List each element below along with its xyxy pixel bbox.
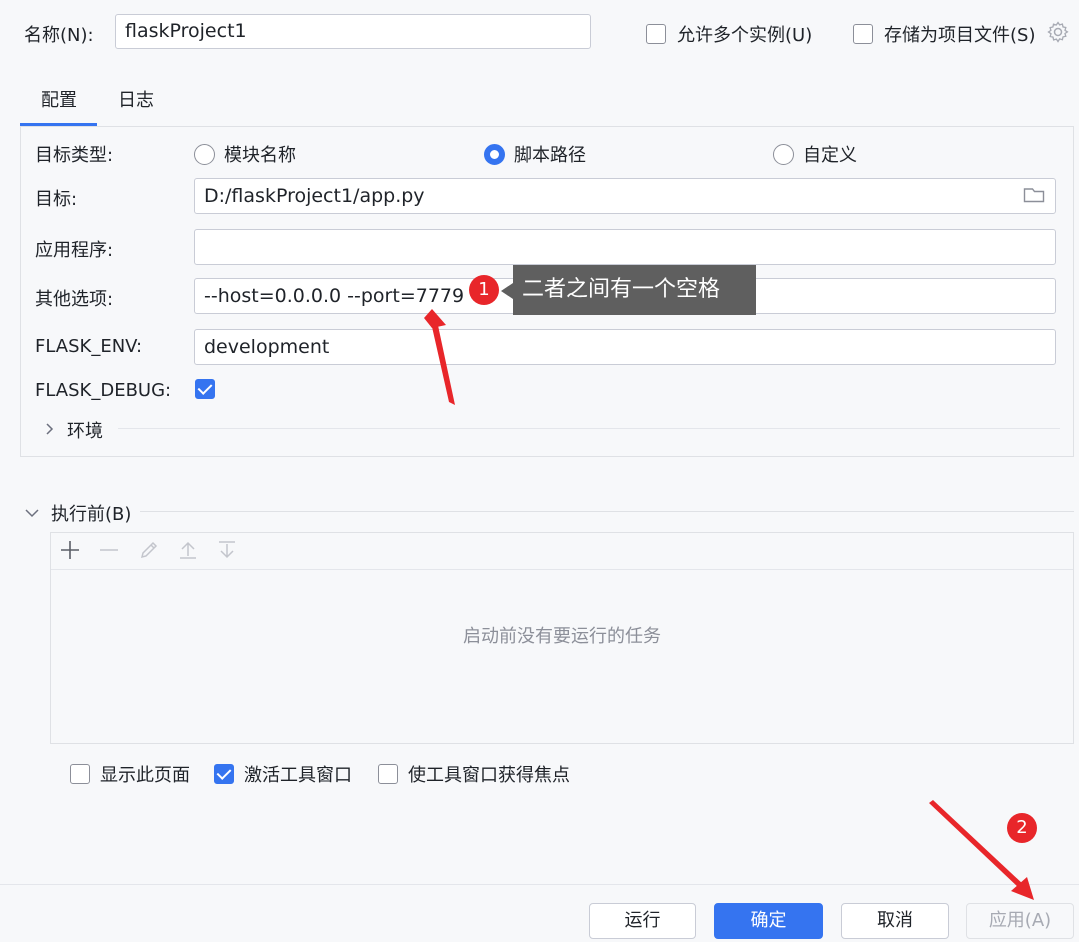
radio-custom[interactable]: 自定义 (773, 141, 857, 167)
arrow-2-head (1011, 877, 1034, 900)
options-label: 其他选项: (35, 289, 114, 310)
store-as-project-label: 存储为项目文件(S) (884, 25, 1036, 46)
app-input[interactable] (194, 229, 1056, 265)
radio-script-path-label: 脚本路径 (514, 145, 586, 166)
move-up-icon[interactable] (178, 540, 198, 565)
radio-module-name[interactable]: 模块名称 (194, 141, 296, 167)
ok-button[interactable]: 确定 (714, 903, 823, 939)
annotation-badge-1: 1 (469, 275, 499, 305)
radio-script-path-circle[interactable] (484, 143, 505, 165)
radio-custom-label: 自定义 (803, 145, 857, 166)
show-page-label: 显示此页面 (100, 765, 190, 786)
env-section-toggle[interactable]: 环境 (44, 417, 103, 443)
before-launch-divider (140, 511, 1074, 512)
folder-icon[interactable] (1023, 186, 1045, 209)
arrow-2-shaft (929, 800, 1024, 889)
allow-multiple-label: 允许多个实例(U) (677, 25, 813, 46)
store-as-project-checkbox[interactable]: 存储为项目文件(S) (853, 21, 1035, 47)
minus-icon[interactable] (99, 540, 119, 565)
flask-env-label: FLASK_ENV: (35, 336, 143, 357)
task-toolbar-divider (51, 569, 1073, 570)
before-launch-title: 执行前(B) (51, 504, 132, 525)
target-input[interactable]: D:/flaskProject1/app.py (194, 178, 1056, 214)
radio-script-path[interactable]: 脚本路径 (484, 141, 586, 167)
run-button[interactable]: 运行 (589, 903, 696, 939)
show-page-checkbox-box[interactable] (70, 764, 90, 784)
annotation-tooltip: 二者之间有一个空格 (513, 265, 756, 315)
tooltip-pointer (501, 283, 513, 299)
focus-tool-window-checkbox-box[interactable] (378, 764, 398, 784)
tab-logs[interactable]: 日志 (118, 86, 154, 112)
footer-divider (0, 884, 1079, 885)
target-label: 目标: (35, 189, 78, 210)
radio-module-name-circle[interactable] (194, 143, 215, 165)
name-label: 名称(N): (24, 25, 94, 46)
app-label: 应用程序: (35, 240, 114, 261)
gear-icon[interactable] (1046, 20, 1070, 49)
before-launch-toggle[interactable]: 执行前(B) (24, 500, 131, 526)
activate-tool-window-label: 激活工具窗口 (244, 765, 352, 786)
env-divider (118, 428, 1060, 429)
radio-module-name-label: 模块名称 (224, 145, 296, 166)
flask-debug-checkbox[interactable] (195, 379, 215, 399)
chevron-down-icon (24, 503, 40, 524)
edit-icon[interactable] (139, 540, 159, 565)
allow-multiple-checkbox[interactable]: 允许多个实例(U) (646, 21, 812, 47)
activate-tool-window-checkbox-box[interactable] (214, 764, 234, 784)
target-type-label: 目标类型: (35, 145, 114, 166)
focus-tool-window-checkbox[interactable]: 使工具窗口获得焦点 (378, 761, 570, 787)
chevron-right-icon (44, 420, 56, 441)
show-page-checkbox[interactable]: 显示此页面 (70, 761, 190, 787)
apply-button[interactable]: 应用(A) (966, 903, 1074, 939)
tab-config[interactable]: 配置 (41, 86, 77, 112)
cancel-button[interactable]: 取消 (841, 903, 949, 939)
annotation-badge-2: 2 (1007, 813, 1037, 843)
radio-custom-circle[interactable] (773, 143, 794, 165)
activate-tool-window-checkbox[interactable]: 激活工具窗口 (214, 761, 352, 787)
focus-tool-window-label: 使工具窗口获得焦点 (408, 765, 570, 786)
empty-task-text: 启动前没有要运行的任务 (463, 626, 661, 647)
flask-debug-label: FLASK_DEBUG: (35, 380, 172, 401)
store-as-project-checkbox-box[interactable] (853, 24, 873, 44)
env-section-label: 环境 (67, 421, 103, 442)
name-input[interactable]: flaskProject1 (115, 14, 591, 49)
plus-icon[interactable] (60, 540, 80, 565)
allow-multiple-checkbox-box[interactable] (646, 24, 666, 44)
flask-env-input[interactable]: development (194, 329, 1056, 365)
move-down-icon[interactable] (217, 540, 237, 565)
